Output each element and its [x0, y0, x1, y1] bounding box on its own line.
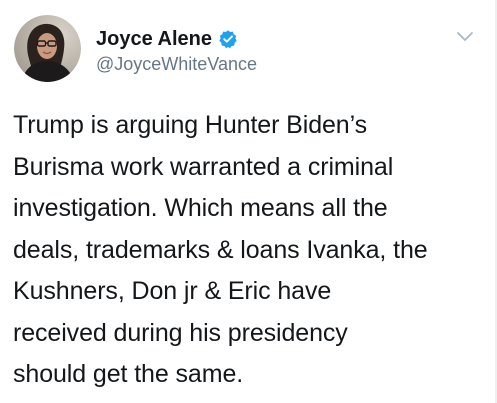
- chevron-down-icon[interactable]: [455, 30, 475, 44]
- author-handle[interactable]: @JoyceWhiteVance: [96, 53, 257, 75]
- avatar[interactable]: [14, 15, 81, 82]
- tweet-card: Joyce Alene @JoyceWhiteVance Trump is ar…: [0, 0, 497, 403]
- display-name[interactable]: Joyce Alene: [96, 27, 212, 51]
- tweet-text: Trump is arguing Hunter Biden’s Burisma …: [13, 111, 428, 388]
- verified-badge-icon: [218, 29, 238, 49]
- author-name-row[interactable]: Joyce Alene: [96, 27, 238, 51]
- avatar-photo-icon: [14, 15, 81, 82]
